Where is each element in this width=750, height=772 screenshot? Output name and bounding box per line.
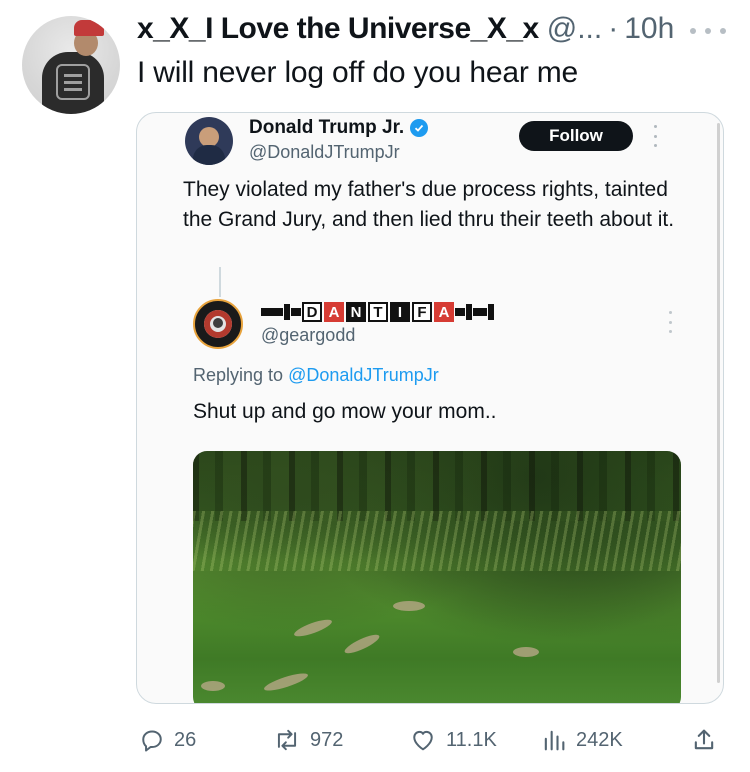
reply-post-text: Shut up and go mow your mom.. xyxy=(193,400,497,423)
grass-photo xyxy=(193,451,681,703)
post-time[interactable]: 10h xyxy=(624,12,674,46)
views-count: 242K xyxy=(576,728,623,751)
screenshot-scrollbar xyxy=(717,123,720,683)
quoted-author-name: Donald Trump Jr. xyxy=(249,117,429,139)
reply-more-icon xyxy=(667,311,673,333)
reply-name-letter-d: D xyxy=(302,302,322,322)
attached-screenshot[interactable]: Donald Trump Jr. @DonaldJTrumpJr Follow … xyxy=(136,112,724,704)
replying-to-prefix: Replying to xyxy=(193,365,284,385)
verified-icon xyxy=(410,119,429,137)
reply-author-avatar xyxy=(193,299,243,349)
like-button[interactable]: 11.1K xyxy=(408,724,497,756)
avatar-cap xyxy=(74,20,104,36)
reply-icon xyxy=(142,730,162,752)
quoted-author-name-text: Donald Trump Jr. xyxy=(249,117,405,138)
reply-name-letter-i: I xyxy=(390,302,410,322)
reply-name-letter-n: N xyxy=(346,302,366,322)
post-header: x_X_I Love the Universe_X_x @... · 10h xyxy=(137,12,737,48)
repost-icon xyxy=(277,729,297,751)
reply-name-letter-a: A xyxy=(324,302,344,322)
replying-to-mention: @DonaldJTrumpJr xyxy=(288,365,439,385)
replying-to: Replying to @DonaldJTrumpJr xyxy=(193,365,439,386)
thread-line xyxy=(219,267,221,297)
views-icon xyxy=(544,730,565,751)
reply-author-handle: @geargodd xyxy=(261,325,356,345)
repost-count: 972 xyxy=(310,728,344,751)
quoted-author-handle: @DonaldJTrumpJr xyxy=(249,142,400,162)
views-button[interactable]: 242K xyxy=(540,724,623,756)
reply-button[interactable]: 26 xyxy=(138,724,196,756)
quoted-more-icon xyxy=(652,125,658,147)
reply-name-letter-f: F xyxy=(412,302,432,322)
quoted-author-avatar xyxy=(185,117,233,165)
quoted-post-text: They violated my father's due process ri… xyxy=(183,178,675,231)
follow-button: Follow xyxy=(519,121,633,151)
post-text: I will never log off do you hear me xyxy=(137,56,579,89)
header-separator: · xyxy=(608,12,619,45)
share-button[interactable] xyxy=(690,724,726,756)
author-name[interactable]: x_X_I Love the Universe_X_x xyxy=(137,12,539,46)
reply-count: 26 xyxy=(174,728,197,751)
author-handle[interactable]: @... xyxy=(547,12,602,46)
author-avatar[interactable] xyxy=(22,16,120,114)
share-icon xyxy=(694,729,714,750)
like-icon xyxy=(413,730,433,751)
reply-author-name: D A N T I F A xyxy=(261,301,495,323)
reply-name-letter-a2: A xyxy=(434,302,454,322)
more-icon[interactable] xyxy=(690,16,726,46)
avatar-shirt xyxy=(42,52,104,114)
repost-button[interactable]: 972 xyxy=(272,724,343,756)
reply-name-letter-t: T xyxy=(368,302,388,322)
like-count: 11.1K xyxy=(446,728,497,751)
